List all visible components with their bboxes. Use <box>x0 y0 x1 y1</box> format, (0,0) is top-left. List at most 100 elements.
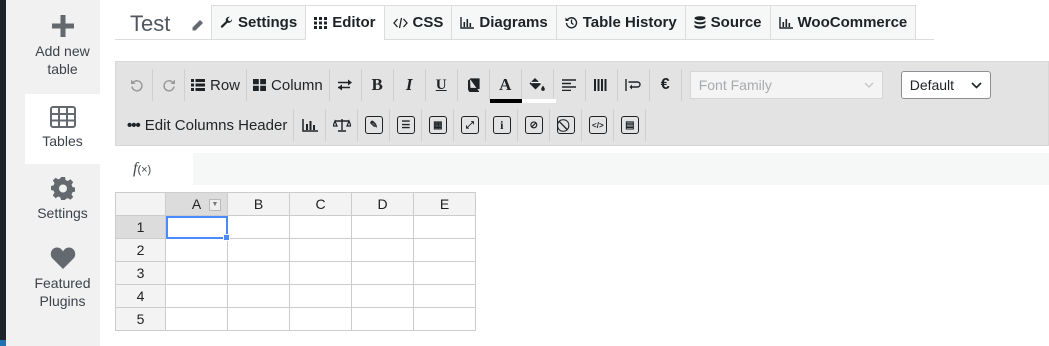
cell[interactable] <box>289 261 352 285</box>
cell[interactable] <box>351 284 414 308</box>
list-icon: ☰ <box>396 116 415 134</box>
redo-button[interactable] <box>153 69 185 101</box>
font-family-value: Font Family <box>698 77 772 93</box>
fill-color-swatch <box>521 99 556 103</box>
row-header[interactable]: 2 <box>115 238 166 262</box>
tab-label: CSS <box>412 14 444 31</box>
chart-button[interactable] <box>294 109 327 141</box>
wrench-icon <box>220 16 233 28</box>
cell[interactable] <box>289 215 352 239</box>
column-header-c[interactable]: C <box>289 192 352 216</box>
column-dropdown-icon[interactable]: ▼ <box>209 199 221 211</box>
text-color-button[interactable]: A <box>489 69 524 103</box>
column-header-d[interactable]: D <box>351 192 414 216</box>
pencil-icon[interactable] <box>191 19 204 32</box>
edit-cell-button[interactable]: ✎ <box>358 109 391 141</box>
tab-css[interactable]: CSS <box>383 5 452 40</box>
plus-icon <box>51 15 74 37</box>
sidebar-item-featured-plugins[interactable]: Featured Plugins <box>25 246 100 318</box>
underline-button[interactable]: U <box>426 69 458 101</box>
currency-button[interactable]: € <box>650 69 682 101</box>
column-header-e[interactable]: E <box>413 192 476 216</box>
clear-button[interactable]: ⃠ <box>550 109 583 141</box>
cell[interactable] <box>165 261 228 285</box>
italic-button[interactable]: I <box>394 69 426 101</box>
tab-woocommerce[interactable]: WooCommerce <box>769 5 917 40</box>
pencil-icon: ✎ <box>364 116 383 134</box>
bold-button[interactable]: B <box>362 69 394 101</box>
column-header-b[interactable]: B <box>227 192 290 216</box>
tab-table-history[interactable]: Table History <box>555 5 685 40</box>
sidebar-item-tables[interactable]: Tables <box>25 94 100 164</box>
cell[interactable] <box>351 215 414 239</box>
sidebar-item-label: Tables <box>42 133 83 149</box>
table-settings-button[interactable]: ▤ <box>614 109 647 141</box>
font-size-select[interactable]: Default <box>900 71 991 99</box>
title-row: Test Settings Editor CSS Diagrams Table … <box>115 5 934 40</box>
font-family-select[interactable]: Font Family <box>689 71 883 99</box>
grid-corner[interactable] <box>115 192 166 216</box>
cell[interactable] <box>165 307 228 331</box>
sidebar-item-add-new-table[interactable]: Add new table <box>25 14 100 94</box>
wrap-text-button[interactable] <box>458 69 490 101</box>
cell[interactable] <box>413 307 476 331</box>
cell-a1[interactable] <box>165 215 231 242</box>
html-button[interactable]: </> <box>582 109 615 141</box>
cell[interactable] <box>289 238 352 262</box>
balance-button[interactable] <box>326 109 359 141</box>
cell[interactable] <box>413 261 476 285</box>
row-menu-button[interactable]: Row <box>185 69 248 101</box>
text-wrap-button[interactable] <box>618 69 650 101</box>
undo-button[interactable] <box>121 69 153 101</box>
info-button[interactable]: i <box>486 109 519 141</box>
cell[interactable] <box>413 238 476 262</box>
cell[interactable] <box>227 215 290 239</box>
column-menu-button[interactable]: Column <box>247 69 330 101</box>
chevron-down-icon <box>971 81 982 89</box>
calendar-button[interactable]: ▦ <box>422 109 455 141</box>
tab-diagrams[interactable]: Diagrams <box>451 5 556 40</box>
tab-label: Source <box>710 14 762 31</box>
cell[interactable] <box>289 307 352 331</box>
cell[interactable] <box>227 307 290 331</box>
row-header[interactable]: 4 <box>115 284 166 308</box>
expand-button[interactable]: ⤢ <box>454 109 487 141</box>
column-header-label: E <box>439 196 450 212</box>
row-header[interactable]: 5 <box>115 307 166 331</box>
tab-editor[interactable]: Editor <box>305 5 384 40</box>
cell[interactable] <box>227 238 290 262</box>
cell[interactable] <box>351 307 414 331</box>
formula-input[interactable] <box>193 153 1049 185</box>
fill-color-button[interactable] <box>521 69 556 103</box>
tab-label: Editor <box>332 14 376 31</box>
list-button[interactable]: ☰ <box>390 109 423 141</box>
tab-settings[interactable]: Settings <box>211 5 306 40</box>
more-icon: ••• <box>127 116 141 134</box>
align-button[interactable] <box>554 69 586 101</box>
cell[interactable] <box>165 238 228 262</box>
bold-icon: B <box>371 75 383 94</box>
vertical-align-button[interactable] <box>586 69 618 101</box>
row-header[interactable]: 3 <box>115 261 166 285</box>
cell[interactable] <box>289 284 352 308</box>
tab-source[interactable]: Source <box>684 5 770 40</box>
tab-label: Table History <box>582 14 677 31</box>
table-icon <box>49 106 76 128</box>
cell[interactable] <box>351 261 414 285</box>
cell[interactable] <box>165 284 228 308</box>
align-left-icon <box>562 79 577 91</box>
redo-icon <box>162 79 175 92</box>
cell[interactable] <box>227 261 290 285</box>
transpose-button[interactable] <box>330 69 362 101</box>
wrap-icon <box>625 79 641 91</box>
hide-button[interactable]: ⊘ <box>518 109 551 141</box>
cell[interactable] <box>413 284 476 308</box>
cell[interactable] <box>351 238 414 262</box>
cell[interactable] <box>227 284 290 308</box>
underline-icon: U <box>435 76 447 93</box>
row-header[interactable]: 1 <box>115 215 166 239</box>
cell[interactable] <box>413 215 476 239</box>
sidebar-item-settings[interactable]: Settings <box>25 176 100 236</box>
column-header-a[interactable]: A ▼ <box>165 192 228 216</box>
edit-columns-header-button[interactable]: ••• Edit Columns Header <box>121 109 295 141</box>
